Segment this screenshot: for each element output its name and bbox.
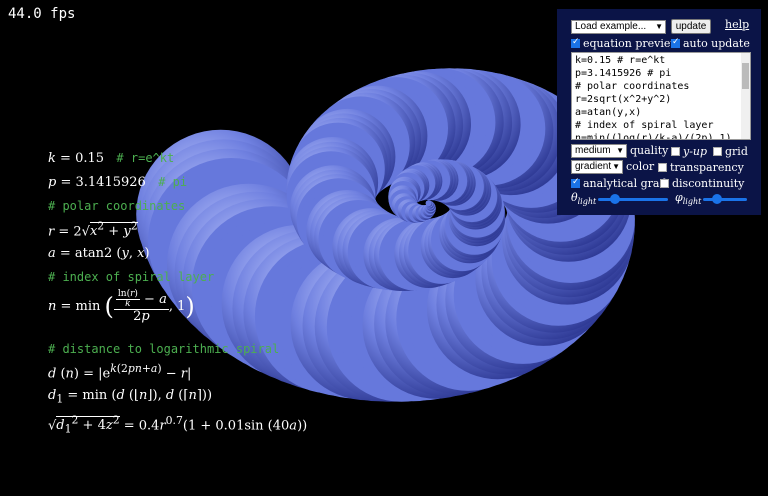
discontinuity-checkbox[interactable]: discontinuity [660, 177, 744, 190]
control-panel: Load example...▼ update help equation pr… [557, 9, 761, 215]
analytical-grad-checkbox[interactable]: analytical grad [571, 177, 667, 190]
eq-r: r = 2√x2 + y2 [48, 220, 138, 240]
checkbox-icon[interactable] [713, 147, 722, 156]
example-select[interactable]: Load example... ▼ [571, 20, 666, 34]
eq-k: k = 0.15 # r=e^kt [48, 151, 175, 166]
slider-knob[interactable] [610, 194, 620, 204]
eq-comment-distance: # distance to logarithmic spiral [48, 342, 280, 356]
y-up-checkbox[interactable]: y-up [671, 145, 707, 158]
scrollbar-thumb[interactable] [742, 63, 749, 89]
shell-segment [425, 200, 432, 207]
code-line: p=3.1415926 # pi [575, 68, 672, 79]
eq-comment-polar: # polar coordinates [48, 199, 186, 213]
checkbox-icon[interactable] [671, 37, 680, 48]
phi-light-slider[interactable] [703, 194, 747, 204]
eq-d: d (n) = |ek(2pn+a) − r| [48, 362, 192, 382]
quality-label: quality [630, 144, 669, 157]
transparency-checkbox[interactable]: transparency [658, 161, 744, 174]
theta-light-label: θlight [571, 191, 597, 207]
checkbox-icon[interactable] [658, 163, 667, 172]
eq-n: n = min (ln(r) k − a 2p, 1) [48, 289, 195, 324]
code-line: k=0.15 # r=e^kt [575, 55, 666, 66]
eq-p: p = 3.1415926 # pi [48, 175, 188, 190]
quality-select[interactable]: medium ▼ [571, 144, 627, 158]
phi-light-label: φlight [675, 191, 702, 207]
help-link[interactable]: help [725, 18, 749, 31]
color-label: color [626, 160, 655, 173]
code-line: r=2sqrt(x^2+y^2) [575, 94, 672, 105]
checkbox-icon[interactable] [660, 179, 669, 188]
code-line: # index of spiral layer [575, 120, 714, 131]
code-line: n=min((log(r)/k-a)/(2p),1) [575, 133, 732, 140]
eq-a: a = atan2 (y, x) [48, 246, 150, 261]
equation-preview-checkbox[interactable]: equation preview [571, 37, 680, 50]
color-select[interactable]: gradient ▼ [571, 160, 623, 174]
slider-knob[interactable] [711, 194, 722, 204]
checkbox-icon[interactable] [571, 37, 580, 48]
eq-comment-index: # index of spiral layer [48, 270, 215, 284]
checkbox-icon[interactable] [571, 177, 580, 188]
code-line: a=atan(y,x) [575, 107, 642, 118]
code-line: # polar coordinates [575, 81, 690, 92]
theta-light-slider[interactable] [598, 194, 668, 204]
eq-d1: d1 = min (d (⌊n⌋), d (⌈n⌉)) [48, 388, 213, 406]
auto-update-checkbox[interactable]: auto update [671, 37, 750, 50]
checkbox-icon[interactable] [671, 147, 680, 156]
update-button[interactable]: update [671, 19, 711, 34]
eq-surface: √d12 + 4z2 = 0.4r0.7(1 + 0.01sin (40a)) [48, 414, 308, 436]
code-editor[interactable]: k=0.15 # r=e^kt p=3.1415926 # pi # polar… [571, 52, 751, 140]
grid-checkbox[interactable]: grid [713, 145, 748, 158]
